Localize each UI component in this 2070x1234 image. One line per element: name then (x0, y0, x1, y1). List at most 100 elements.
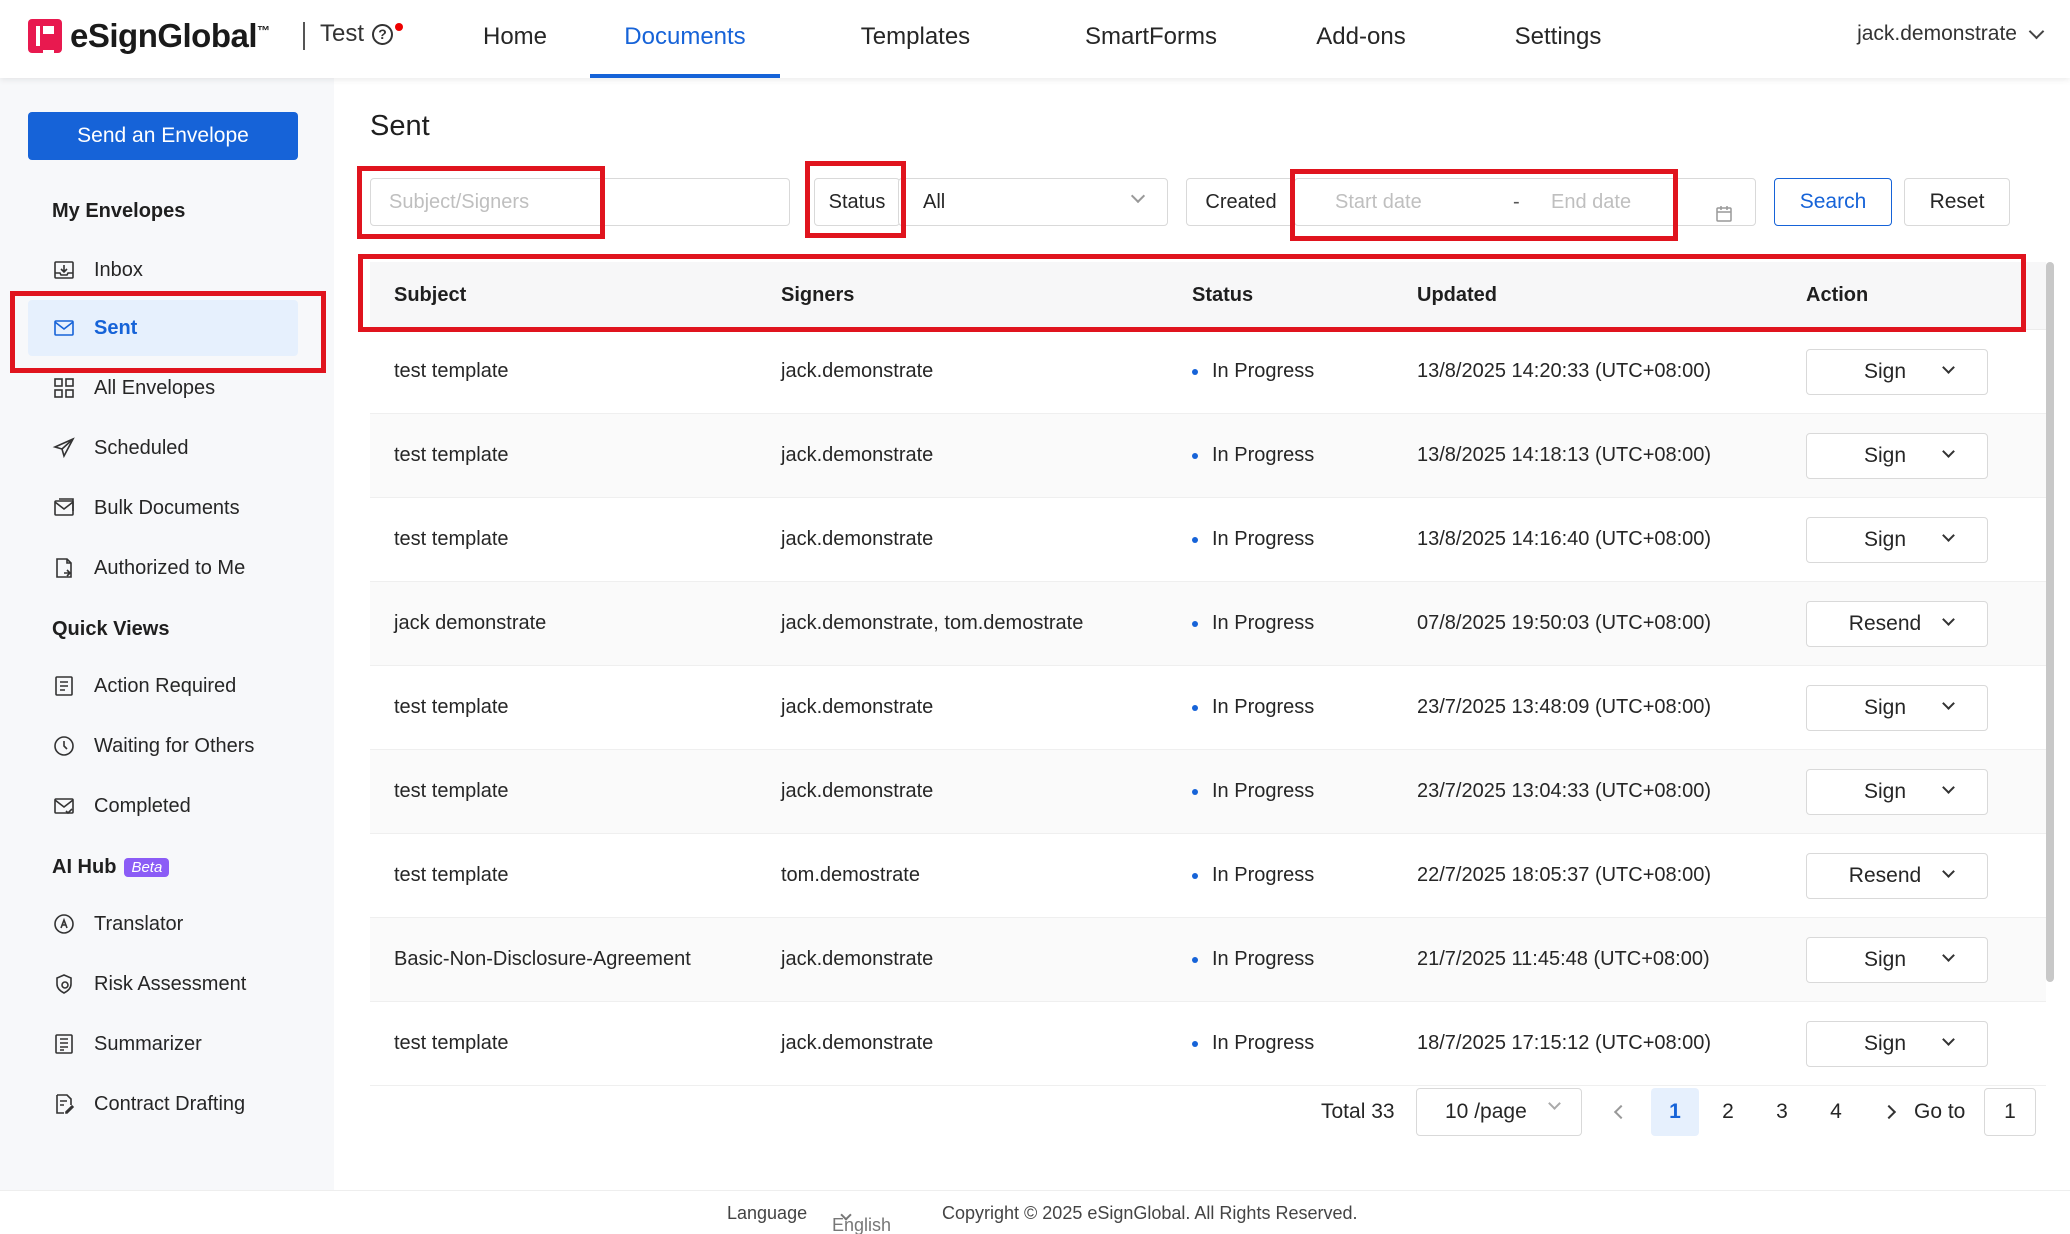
main-nav: Home Documents Templates SmartForms Add-… (440, 0, 1648, 78)
goto-label: Go to (1914, 1100, 1966, 1123)
header-divider (303, 22, 305, 50)
sidebar-item-label: Inbox (94, 258, 143, 281)
page-title: Sent (370, 110, 430, 142)
row-action-button[interactable]: Sign (1806, 348, 1988, 395)
table-row[interactable]: test template jack.demonstrate In Progress… (370, 498, 2046, 582)
column-header-updated: Updated (1417, 284, 1497, 306)
cell-subject[interactable]: Basic-Non-Disclosure-Agreement (370, 948, 781, 971)
cell-subject[interactable]: test template (370, 696, 781, 719)
status-text: In Progress (1212, 528, 1315, 550)
row-action-label: Sign (1863, 527, 1907, 551)
cell-subject[interactable]: test template (370, 1032, 781, 1055)
prev-page-icon[interactable] (1613, 1104, 1629, 1120)
help-icon[interactable]: ? (372, 23, 394, 45)
table-row[interactable]: test template jack.demonstrate In Progress… (370, 750, 2046, 834)
cell-action: Sign (1806, 516, 2046, 563)
next-page-icon[interactable] (1881, 1104, 1897, 1120)
table-row[interactable]: test template tom.demostrate In Progress 22… (370, 834, 2046, 918)
table-scrollbar[interactable] (2046, 262, 2054, 982)
table-row[interactable]: Basic-Non-Disclosure-Agreement jack.demon… (370, 918, 2046, 1002)
chevron-down-icon[interactable] (1942, 864, 1955, 878)
org-switcher[interactable]: Test ? (320, 20, 404, 48)
chevron-down-icon[interactable] (1942, 612, 1955, 626)
sidebar-item-all-envelopes[interactable]: All Envelopes (28, 360, 298, 416)
row-action-button[interactable]: Resend (1806, 852, 1988, 899)
page-3[interactable]: 3 (1758, 1088, 1806, 1136)
brand-logo[interactable]: eSignGlobal™ (28, 17, 270, 55)
sidebar-item-risk-assessment[interactable]: Risk Assessment (28, 956, 298, 1012)
goto-page-input[interactable]: 1 (1984, 1088, 2036, 1136)
cell-subject[interactable]: jack demonstrate (370, 612, 781, 635)
chevron-down-icon[interactable] (1942, 1032, 1955, 1046)
table-row[interactable]: jack demonstrate jack.demonstrate, tom.de… (370, 582, 2046, 666)
cell-status: In Progress (1192, 612, 1417, 635)
cell-subject[interactable]: test template (370, 360, 781, 383)
end-date-input[interactable]: End date (1551, 179, 1631, 225)
sidebar-item-label: Translator (94, 912, 184, 935)
status-dot-icon (1192, 620, 1198, 627)
start-date-input[interactable]: Start date (1335, 191, 1422, 213)
status-text: In Progress (1212, 612, 1315, 634)
chevron-down-icon[interactable] (1942, 528, 1955, 542)
row-action-button[interactable]: Sign (1806, 936, 1988, 983)
nav-settings[interactable]: Settings (1468, 0, 1648, 78)
sidebar-item-inbox[interactable]: Inbox (28, 242, 298, 298)
sidebar-item-label: Summarizer (94, 1032, 202, 1055)
chevron-down-icon[interactable] (1942, 360, 1955, 374)
row-action-button[interactable]: Sign (1806, 684, 1988, 731)
page-size-select[interactable]: 10 /page (1416, 1088, 1582, 1136)
sidebar-item-sent[interactable]: Sent (28, 300, 298, 356)
cell-updated: 13/8/2025 14:18:13 (UTC+08:00) (1417, 444, 1712, 466)
row-action-label: Resend (1848, 611, 1922, 635)
sidebar-item-authorized-to-me[interactable]: Authorized to Me (28, 540, 298, 596)
status-text: In Progress (1212, 696, 1315, 718)
cell-subject[interactable]: test template (370, 780, 781, 803)
date-range-picker[interactable]: Start date - End date (1294, 178, 1756, 226)
nav-smartforms[interactable]: SmartForms (1046, 0, 1256, 78)
sidebar-item-action-required[interactable]: Action Required (28, 658, 298, 714)
quick-views-heading: Quick Views (52, 618, 170, 640)
chevron-down-icon (2028, 23, 2045, 39)
row-action-button[interactable]: Sign (1806, 768, 1988, 815)
nav-home[interactable]: Home (440, 0, 590, 78)
row-action-button[interactable]: Resend (1806, 600, 1988, 647)
reset-button[interactable]: Reset (1904, 178, 2010, 226)
table-row[interactable]: test template jack.demonstrate In Progress… (370, 330, 2046, 414)
search-button[interactable]: Search (1774, 178, 1892, 226)
sidebar-item-label: Scheduled (94, 436, 189, 459)
send-envelope-button[interactable]: Send an Envelope (28, 112, 298, 160)
subject-signers-input[interactable]: Subject/Signers (370, 178, 790, 226)
chevron-down-icon[interactable] (1942, 948, 1955, 962)
nav-documents[interactable]: Documents (590, 0, 780, 78)
sidebar-item-waiting-for-others[interactable]: Waiting for Others (28, 718, 298, 774)
cell-subject[interactable]: test template (370, 444, 781, 467)
row-action-button[interactable]: Sign (1806, 516, 1988, 563)
sidebar-item-summarizer[interactable]: Summarizer (28, 1016, 298, 1072)
chevron-down-icon[interactable] (1942, 696, 1955, 710)
page-1[interactable]: 1 (1651, 1088, 1699, 1136)
nav-add-ons[interactable]: Add-ons (1276, 0, 1446, 78)
status-select[interactable]: All (898, 178, 1168, 226)
brand-name: eSignGlobal™ (70, 17, 270, 54)
cell-action: Sign (1806, 684, 2046, 731)
table-row[interactable]: test template jack.demonstrate In Progress… (370, 666, 2046, 750)
nav-templates[interactable]: Templates (813, 0, 1018, 78)
cell-subject[interactable]: test template (370, 864, 781, 887)
page-2[interactable]: 2 (1704, 1088, 1752, 1136)
sidebar-item-translator[interactable]: Translator (28, 896, 298, 952)
page-4[interactable]: 4 (1812, 1088, 1860, 1136)
cell-subject[interactable]: test template (370, 528, 781, 551)
table-row[interactable]: test template jack.demonstrate In Progress… (370, 414, 2046, 498)
sidebar-item-bulk-documents[interactable]: Bulk Documents (28, 480, 298, 536)
user-menu[interactable]: jack.demonstrate (1857, 22, 2045, 46)
chevron-down-icon[interactable] (1942, 444, 1955, 458)
row-action-button[interactable]: Sign (1806, 432, 1988, 479)
sidebar-item-contract-drafting[interactable]: Contract Drafting (28, 1076, 298, 1132)
row-action-button[interactable]: Sign (1806, 1020, 1988, 1067)
table-row[interactable]: test template jack.demonstrate In Progress… (370, 1002, 2046, 1086)
chevron-down-icon[interactable] (1942, 780, 1955, 794)
status-text: In Progress (1212, 948, 1315, 970)
sidebar-item-completed[interactable]: Completed (28, 778, 298, 834)
page-size-value: 10 /page (1445, 1100, 1527, 1123)
sidebar-item-scheduled[interactable]: Scheduled (28, 420, 298, 476)
